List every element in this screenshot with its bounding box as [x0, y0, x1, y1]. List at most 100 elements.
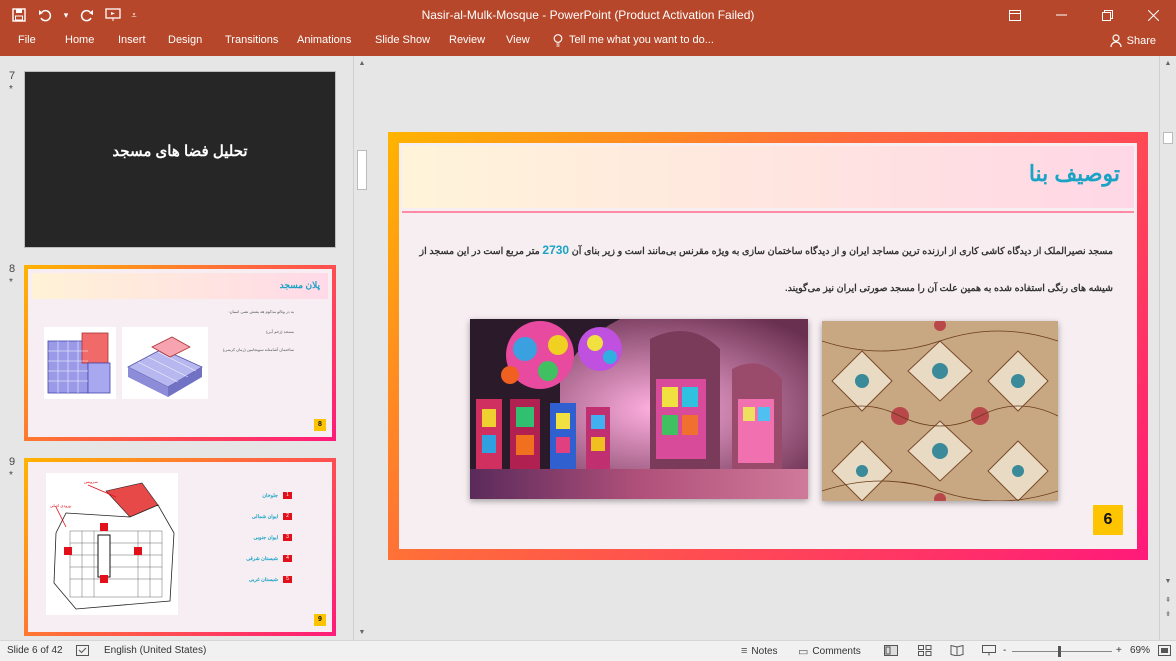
- thumbnail-title: تحلیل فضا های مسجد: [112, 143, 248, 160]
- scroll-down-icon[interactable]: ▼: [354, 629, 370, 636]
- thumbnail-number: 7: [9, 70, 16, 82]
- tab-file[interactable]: File: [18, 34, 36, 46]
- legend-item: ایوان شمالی 2: [252, 513, 292, 520]
- body-text-part: متر مربع است در این مسجد از: [419, 246, 540, 257]
- close-icon[interactable]: [1130, 0, 1176, 30]
- ribbon-display-icon[interactable]: [992, 0, 1038, 30]
- tell-me-box[interactable]: Tell me what you want to do...: [553, 34, 714, 47]
- slide-header-band: توصیف بنا: [402, 146, 1134, 208]
- thumbnail-slide-9[interactable]: سرویس ورودی اصلی جلوخان 1 ایوان شمالی 2 …: [24, 458, 336, 636]
- animation-star-icon: *: [9, 277, 13, 288]
- thumbnail-slide-8[interactable]: پلان مسجد به در وتالو مذکوم هه یفتش نضی …: [24, 265, 336, 441]
- slide-counter: Slide 6 of 42: [7, 645, 63, 656]
- tab-insert[interactable]: Insert: [118, 34, 146, 46]
- slide-number-badge: 6: [1093, 505, 1123, 535]
- notes-label: Notes: [751, 645, 778, 657]
- legend-number: 2: [283, 513, 292, 520]
- language-indicator[interactable]: English (United States): [104, 645, 206, 656]
- thumbnail-number: 9: [9, 456, 16, 468]
- thumbnail-title: پلان مسجد: [279, 280, 320, 290]
- thumbnail-text: به در وتالو مذکوم هه یفتش نضی اسبان:: [228, 309, 294, 314]
- reading-view-icon[interactable]: [950, 645, 964, 656]
- scroll-thumb[interactable]: [1163, 132, 1173, 144]
- notes-button[interactable]: ≡ Notes: [741, 645, 778, 657]
- scroll-up-icon[interactable]: ▲: [354, 60, 370, 67]
- slide-content: توصیف بنا مسجد نصیرالملک از دیدگاه کاشی …: [399, 143, 1137, 549]
- muqarnas-ceiling-photo[interactable]: [822, 321, 1058, 501]
- legend-item: ایوان جنوبی 3: [253, 534, 292, 541]
- scroll-up-icon[interactable]: ▲: [1160, 60, 1176, 67]
- normal-view-icon[interactable]: [884, 645, 898, 656]
- animation-star-icon: *: [9, 84, 13, 95]
- window-controls: [992, 0, 1176, 30]
- floor-plan-image: [44, 327, 116, 399]
- next-slide-icon[interactable]: ⇟: [1160, 610, 1176, 618]
- annotated-plan-image: سرویس ورودی اصلی: [46, 473, 178, 615]
- person-icon: [1110, 34, 1122, 47]
- zoom-out-button[interactable]: -: [1003, 645, 1006, 656]
- thumbnail-text: ساختمان آشامتانه سوبجامین (زمان کرمنی): [222, 347, 294, 352]
- body-text-part: مسجد نصیرالملک از دیدگاه کاشی کاری از ار…: [571, 246, 1113, 257]
- fit-slide-icon[interactable]: [1158, 645, 1171, 656]
- title-bar: ▾ ⩡ Nasir-al-Mulk-Mosque - PowerPoint (P…: [0, 0, 1176, 30]
- legend-number: 1: [283, 492, 292, 499]
- header-divider: [402, 211, 1134, 213]
- slide-sorter-icon[interactable]: [918, 645, 932, 656]
- comments-label: Comments: [812, 646, 861, 657]
- tell-me-text: Tell me what you want to do...: [569, 34, 714, 46]
- ribbon-tabs: File Home Insert Design Transitions Anim…: [0, 30, 1176, 56]
- tab-transitions[interactable]: Transitions: [225, 34, 278, 46]
- zoom-slider-thumb[interactable]: [1058, 646, 1061, 657]
- lightbulb-icon: [553, 34, 563, 47]
- thumbnail-header: پلان مسجد: [32, 273, 328, 299]
- legend-item: شبستان شرقی 4: [246, 555, 292, 562]
- powerpoint-window: ▾ ⩡ Nasir-al-Mulk-Mosque - PowerPoint (P…: [0, 0, 1176, 661]
- previous-slide-icon[interactable]: ⇞: [1160, 596, 1176, 604]
- legend-item: جلوخان 1: [262, 492, 292, 499]
- slide-title[interactable]: توصیف بنا: [1029, 161, 1120, 187]
- animation-star-icon: *: [9, 470, 13, 481]
- legend-number: 5: [283, 576, 292, 583]
- legend-label: شبستان شرقی: [246, 555, 278, 562]
- tab-slide-show[interactable]: Slide Show: [375, 34, 430, 46]
- current-slide[interactable]: توصیف بنا مسجد نصیرالملک از دیدگاه کاشی …: [388, 132, 1148, 560]
- iso-plan-image: [122, 327, 208, 399]
- share-label: Share: [1126, 34, 1156, 47]
- thumbnail-text: مسجد (زخم آبی): [266, 329, 294, 334]
- spell-check-icon[interactable]: [76, 645, 89, 656]
- zoom-in-button[interactable]: +: [1116, 645, 1122, 656]
- zoom-slider-track[interactable]: [1012, 651, 1112, 652]
- status-bar: Slide 6 of 42 English (United States) ≡ …: [0, 640, 1176, 661]
- scroll-thumb[interactable]: [357, 150, 367, 190]
- slideshow-view-icon[interactable]: [982, 645, 996, 656]
- tab-review[interactable]: Review: [449, 34, 485, 46]
- scroll-down-icon[interactable]: ▼: [1160, 578, 1176, 585]
- editor-scrollbar[interactable]: ▲ ▼ ⇞ ⇟: [1159, 56, 1176, 640]
- thumbnail-page-badge: 8: [314, 419, 326, 431]
- slide-editing-area: توصیف بنا مسجد نصیرالملک از دیدگاه کاشی …: [372, 56, 1159, 640]
- thumbnail-page-badge: 9: [314, 614, 326, 626]
- tab-home[interactable]: Home: [65, 34, 94, 46]
- tab-view[interactable]: View: [506, 34, 530, 46]
- legend-label: شبستان غربی: [248, 576, 278, 583]
- restore-icon[interactable]: [1084, 0, 1130, 30]
- share-button[interactable]: Share: [1104, 32, 1162, 49]
- slide-thumbnails-pane: 7 * تحلیل فضا های مسجد 8 * پلان مسجد به …: [0, 56, 352, 640]
- legend-number: 3: [283, 534, 292, 541]
- tab-animations[interactable]: Animations: [297, 34, 351, 46]
- minimize-icon[interactable]: [1038, 0, 1084, 30]
- tab-design[interactable]: Design: [168, 34, 202, 46]
- thumbnail-slide-7[interactable]: تحلیل فضا های مسجد: [24, 71, 336, 248]
- legend-label: ایوان جنوبی: [253, 534, 278, 541]
- notes-icon: ≡: [741, 645, 748, 657]
- comments-button[interactable]: ▭ Comments: [798, 645, 861, 658]
- legend-label: ایوان شمالی: [251, 513, 278, 520]
- zoom-level[interactable]: 69%: [1130, 645, 1150, 656]
- stained-glass-photo[interactable]: [470, 319, 808, 499]
- plan-label: ورودی اصلی: [50, 503, 71, 508]
- body-text-line-2[interactable]: شیشه های رنگی استفاده شده به همین علت آن…: [785, 283, 1113, 294]
- body-text-line-1[interactable]: مسجد نصیرالملک از دیدگاه کاشی کاری از ار…: [420, 243, 1113, 257]
- legend-item: شبستان غربی 5: [249, 576, 292, 583]
- legend-label: جلوخان: [262, 492, 278, 499]
- thumbnail-scrollbar[interactable]: ▲ ▼: [353, 56, 370, 640]
